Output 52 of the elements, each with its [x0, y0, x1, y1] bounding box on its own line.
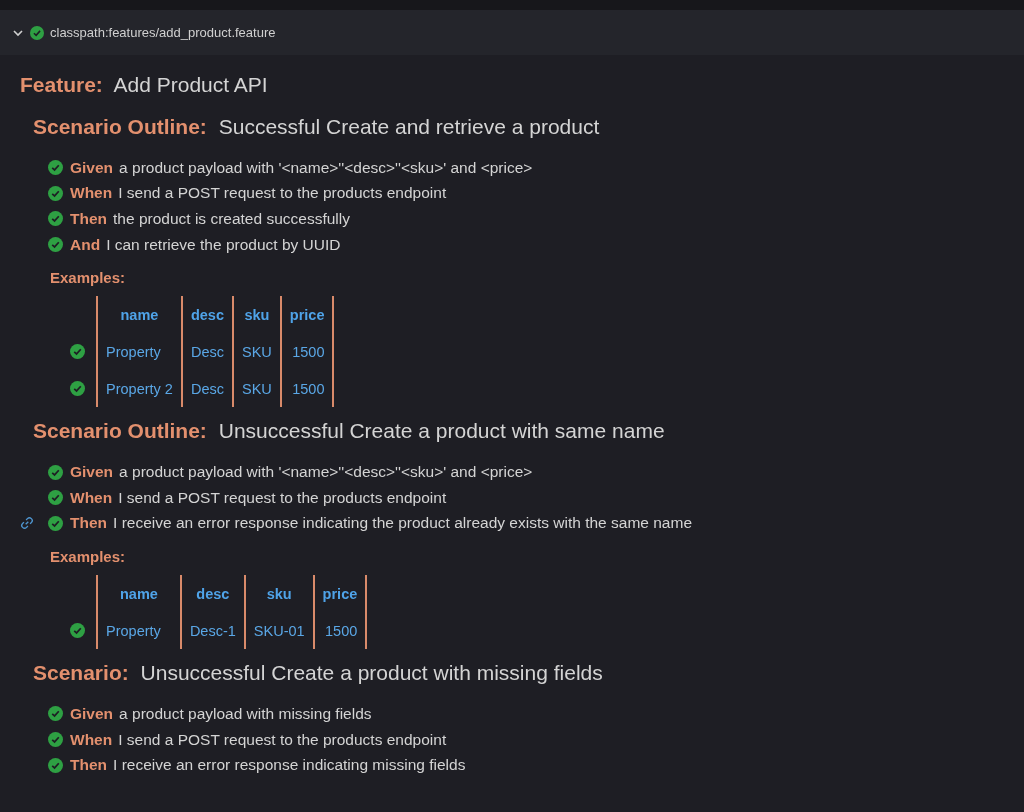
- table-cell: 1500: [280, 333, 334, 371]
- step-text: I receive an error response indicating the product already exists with the same name: [113, 514, 692, 533]
- step-text: a product payload with '<name>''<desc>''<sku>' and <price>: [119, 158, 533, 177]
- step-keyword: Then: [70, 514, 108, 533]
- table-cell: Property 2: [97, 370, 182, 408]
- column-header: desc: [181, 296, 233, 334]
- table-cell: Desc: [181, 370, 233, 408]
- step-text: a product payload with '<name>''<desc>''<sku>' and <price>: [119, 463, 533, 482]
- table-cell: Property: [97, 333, 182, 371]
- link-icon[interactable]: [20, 516, 34, 531]
- column-header: sku: [232, 296, 281, 334]
- scenario-name: Unsuccessful Create a product with same name: [218, 419, 665, 443]
- step-keyword: Then: [70, 756, 108, 775]
- step-text: I can retrieve the product by UUID: [106, 235, 341, 254]
- table-cell: SKU: [232, 370, 281, 408]
- table-cell: Desc: [181, 333, 233, 371]
- step-keyword: When: [70, 730, 113, 749]
- step-keyword: Given: [70, 158, 114, 177]
- scenario-name: Successful Create and retrieve a product: [218, 115, 600, 138]
- column-header: name: [97, 575, 181, 613]
- step-text: the product is created successfully: [113, 210, 350, 228]
- step-keyword: When: [70, 488, 113, 507]
- table-cell: 1500: [280, 370, 334, 408]
- column-header: price: [313, 575, 367, 613]
- column-header: sku: [244, 575, 314, 613]
- scenario-keyword: Scenario Outline:: [33, 115, 207, 138]
- step-text: I receive an error response indicating missing fields: [113, 756, 466, 775]
- examples-keyword: Examples:: [50, 269, 127, 287]
- step-keyword: Given: [70, 463, 114, 482]
- table-cell: 1500: [313, 612, 367, 650]
- feature-keyword: Feature:: [20, 73, 103, 96]
- column-header: desc: [180, 575, 245, 613]
- file-path: classpath:features/add_product.feature: [50, 25, 276, 40]
- column-header: price: [280, 296, 334, 334]
- feature-name: Add Product API: [113, 73, 268, 96]
- table-cell: Desc-1: [180, 612, 245, 650]
- step-text: a product payload with missing fields: [119, 704, 372, 723]
- scenario-name: Unsuccessful Create a product with missing fields: [140, 661, 603, 685]
- scenario-keyword: Scenario Outline:: [33, 419, 207, 443]
- examples-keyword: Examples:: [50, 548, 127, 566]
- table-cell: SKU-01: [244, 612, 314, 650]
- column-header: name: [97, 296, 182, 334]
- step-text: I send a POST request to the products endpoint: [118, 488, 447, 507]
- table-cell: SKU: [232, 333, 281, 371]
- step-keyword: Then: [70, 210, 108, 228]
- step-text: I send a POST request to the products endpoint: [118, 184, 447, 203]
- step-keyword: When: [70, 184, 113, 203]
- table-cell: Property: [97, 612, 181, 650]
- step-keyword: Given: [70, 704, 114, 723]
- step-keyword: And: [70, 235, 101, 254]
- scenario-keyword: Scenario:: [33, 661, 129, 685]
- step-text: I send a POST request to the products endpoint: [118, 730, 447, 749]
